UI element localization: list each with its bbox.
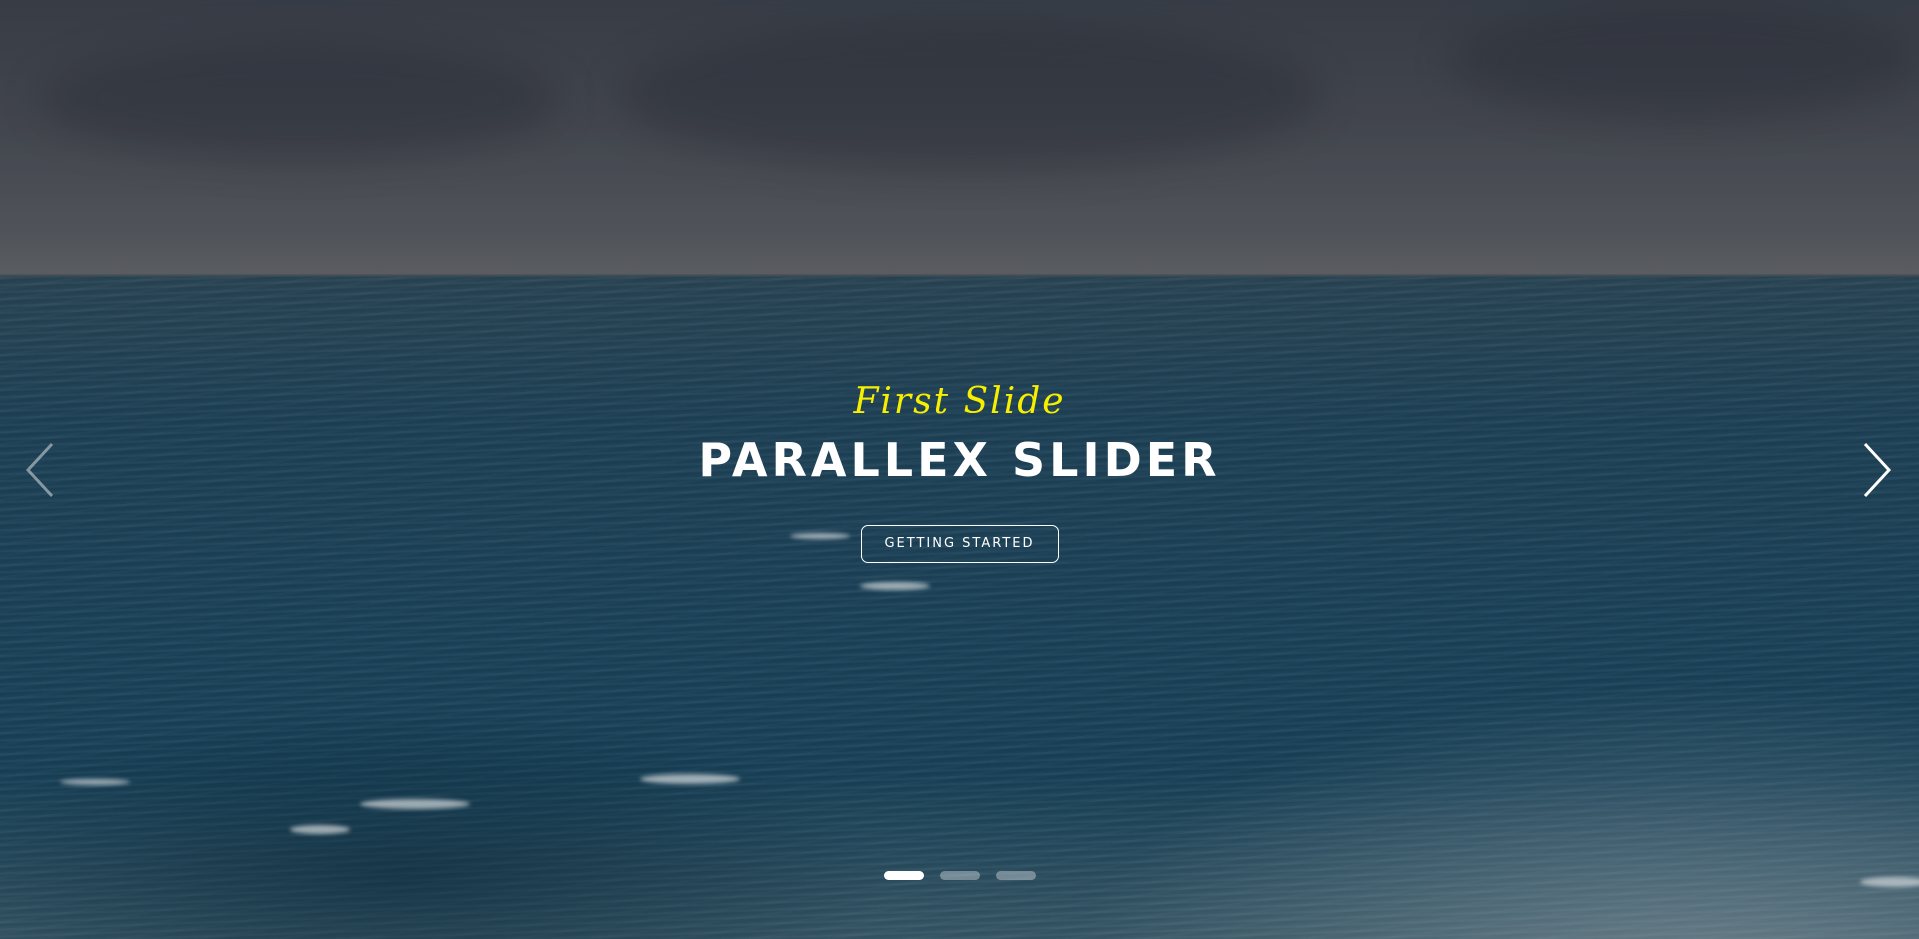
slide-indicator-1[interactable]	[883, 871, 924, 880]
prev-slide-button[interactable]	[22, 440, 62, 500]
slide-caption: First Slide PARALLEX SLIDER GETTING STAR…	[0, 378, 1919, 563]
next-slide-button[interactable]	[1857, 440, 1897, 500]
chevron-left-icon	[25, 442, 54, 498]
getting-started-button[interactable]: GETTING STARTED	[860, 525, 1059, 563]
slide-indicator-3[interactable]	[995, 871, 1036, 880]
hero-slider: First Slide PARALLEX SLIDER GETTING STAR…	[0, 0, 1919, 939]
slide-subtitle: First Slide	[853, 381, 1066, 422]
slide-title: PARALLEX SLIDER	[698, 433, 1221, 487]
chevron-right-icon	[1863, 442, 1892, 498]
slide-indicators	[0, 871, 1919, 880]
slide-indicator-2[interactable]	[939, 871, 980, 880]
